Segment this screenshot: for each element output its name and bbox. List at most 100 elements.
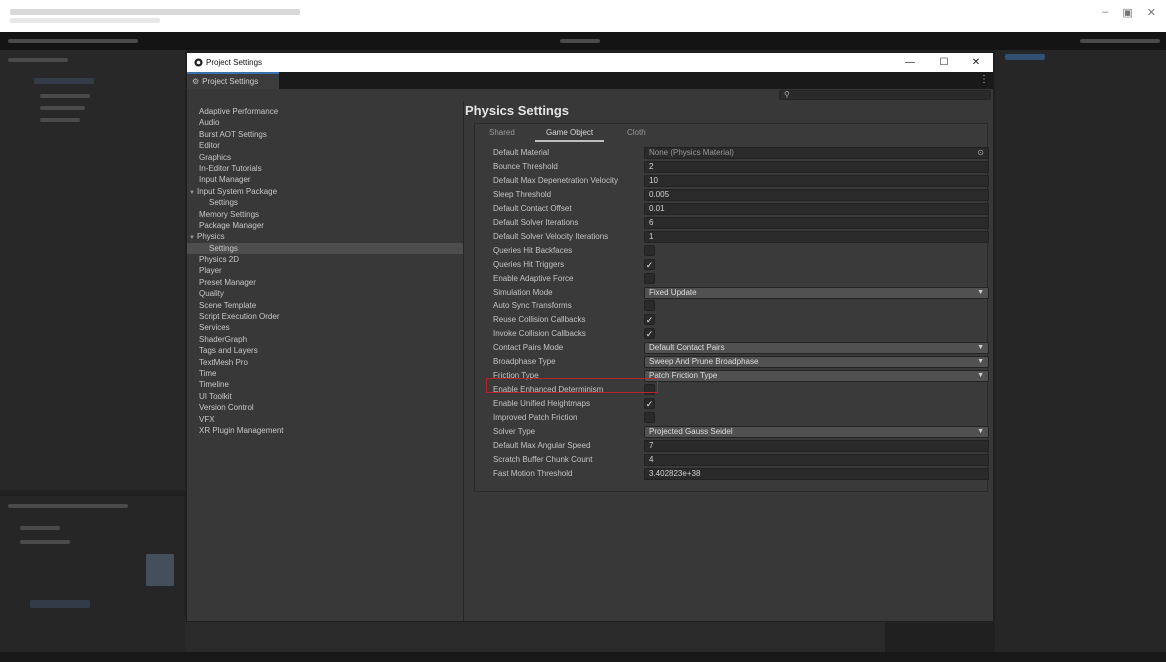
minimize-button[interactable]: — [893,53,927,72]
dropdown-value: Patch Friction Type [649,371,718,381]
status-bar-blurred [0,652,1166,662]
sidebar-item[interactable]: ShaderGraph [187,334,463,345]
property-label: Default Max Angular Speed [493,440,591,450]
field-value: 1 [649,231,654,241]
field-value: 0.01 [649,203,665,213]
sidebar-item[interactable]: Input Manager [187,174,463,185]
value-field[interactable]: 3.402823e+38 [644,467,989,480]
checkbox[interactable] [644,384,655,396]
property-label: Invoke Collision Callbacks [493,329,586,339]
sidebar-item[interactable]: ▼ Input System Package [187,186,463,197]
sidebar-item-label: UI Toolkit [199,391,232,401]
checkbox[interactable]: ✓ [644,398,655,410]
sidebar-item[interactable]: Player [187,265,463,276]
checkbox[interactable] [644,412,655,424]
more-options-icon[interactable]: ⋮ [979,74,989,85]
dropdown-select[interactable]: Sweep And Prune Broadphase ▼ [644,356,989,369]
value-field[interactable]: 4 [644,453,989,466]
tab-project-settings[interactable]: ⚙ Project Settings [187,72,279,89]
sidebar-item-label: Input Manager [199,175,251,185]
dropdown-select[interactable]: Default Contact Pairs ▼ [644,342,989,355]
checkmark-icon: ✓ [645,399,654,410]
value-field[interactable]: 7 [644,439,989,452]
sidebar-item-label: Version Control [199,403,254,413]
checkbox[interactable]: ✓ [644,258,655,270]
sidebar-item[interactable]: Services [187,322,463,333]
maximize-button[interactable]: ☐ [927,53,961,72]
settings-category-list: Adaptive Performance Audio Burst AOT Setti… [187,101,464,621]
sidebar-item-label: Settings [209,198,238,208]
value-field[interactable]: 2 [644,160,989,173]
sidebar-item[interactable]: VFX [187,414,463,425]
sidebar-item[interactable]: Timeline [187,379,463,390]
sidebar-item-label: Quality [199,289,224,299]
value-field[interactable]: 6 [644,216,989,229]
property-label: Default Solver Velocity Iterations [493,231,609,241]
property-row: Scratch Buffer Chunk Count 4 [493,453,989,467]
sidebar-item[interactable]: Version Control [187,402,463,413]
value-field[interactable]: 10 [644,174,989,187]
value-field[interactable]: 0.005 [644,188,989,201]
sidebar-item-label: In-Editor Tutorials [199,163,262,173]
checkbox[interactable] [644,272,655,284]
property-row: Default Solver Iterations 6 [493,216,989,230]
tab-shared[interactable]: Shared [489,128,515,142]
field-value: 3.402823e+38 [649,468,701,478]
checkbox[interactable] [644,300,655,312]
sidebar-item[interactable]: Scene Template [187,300,463,311]
sidebar-item[interactable]: Burst AOT Settings [187,129,463,140]
checkbox[interactable] [644,244,655,256]
sidebar-item[interactable]: Graphics [187,152,463,163]
sidebar-item[interactable]: Settings [187,197,463,208]
field-value: 0.005 [649,189,670,199]
sidebar-item[interactable]: Audio [187,117,463,128]
close-button[interactable]: ✕ [959,53,993,72]
sidebar-item[interactable]: ▼ Physics [187,231,463,242]
dropdown-select[interactable]: Fixed Update ▼ [644,286,989,299]
sidebar-item-label: Services [199,323,230,333]
property-row: Sleep Threshold 0.005 [493,188,989,202]
unity-logo-icon [193,58,203,68]
dropdown-value: Projected Gauss Seidel [649,427,733,436]
sidebar-item[interactable]: Script Execution Order [187,311,463,322]
sidebar-item[interactable]: Memory Settings [187,209,463,220]
window-title-bar[interactable]: Project Settings — ☐ ✕ [187,53,993,72]
object-picker-icon[interactable]: ⊙ [977,148,984,158]
sidebar-item[interactable]: Physics 2D [187,254,463,265]
dropdown-select[interactable]: Patch Friction Type ▼ [644,370,989,383]
sidebar-item[interactable]: In-Editor Tutorials [187,163,463,174]
field-value: 7 [649,440,654,450]
sidebar-item-label: Input System Package [197,186,278,196]
property-label: Default Solver Iterations [493,217,579,227]
sidebar-item[interactable]: Time [187,368,463,379]
checkbox[interactable]: ✓ [644,328,655,340]
property-row: Queries Hit Triggers ✓ [493,258,989,272]
sidebar-item-label: Timeline [199,380,229,390]
sidebar-item[interactable]: Adaptive Performance [187,106,463,117]
sidebar-item[interactable]: TextMesh Pro [187,357,463,368]
checkbox[interactable]: ✓ [644,314,655,326]
sidebar-item[interactable]: UI Toolkit [187,391,463,402]
tab-cloth[interactable]: Cloth [627,128,646,142]
sidebar-item[interactable]: Package Manager [187,220,463,231]
dropdown-select[interactable]: Projected Gauss Seidel ▼ [644,426,989,438]
value-field[interactable]: 0.01 [644,202,989,215]
object-field[interactable]: None (Physics Material) ⊙ [644,147,989,159]
property-label: Friction Type [493,371,539,381]
sidebar-item-label: Player [199,266,222,276]
property-label: Default Material [493,148,550,157]
sidebar-item[interactable]: XR Plugin Management [187,425,463,436]
checkmark-icon: ✓ [645,259,654,270]
sidebar-item[interactable]: Preset Manager [187,277,463,288]
property-row: Broadphase Type Sweep And Prune Broadphas… [493,355,989,369]
sidebar-item[interactable]: Editor [187,140,463,151]
sidebar-item[interactable]: Settings [187,242,463,255]
checkmark-icon: ✓ [645,315,654,326]
search-input[interactable]: ⚲ [779,90,991,100]
field-value: 4 [649,454,654,464]
sidebar-item[interactable]: Tags and Layers [187,345,463,356]
tab-game-object[interactable]: Game Object [535,128,605,142]
sidebar-item[interactable]: Quality [187,288,463,299]
inspector-panel-blurred [995,50,1166,662]
value-field[interactable]: 1 [644,230,989,243]
